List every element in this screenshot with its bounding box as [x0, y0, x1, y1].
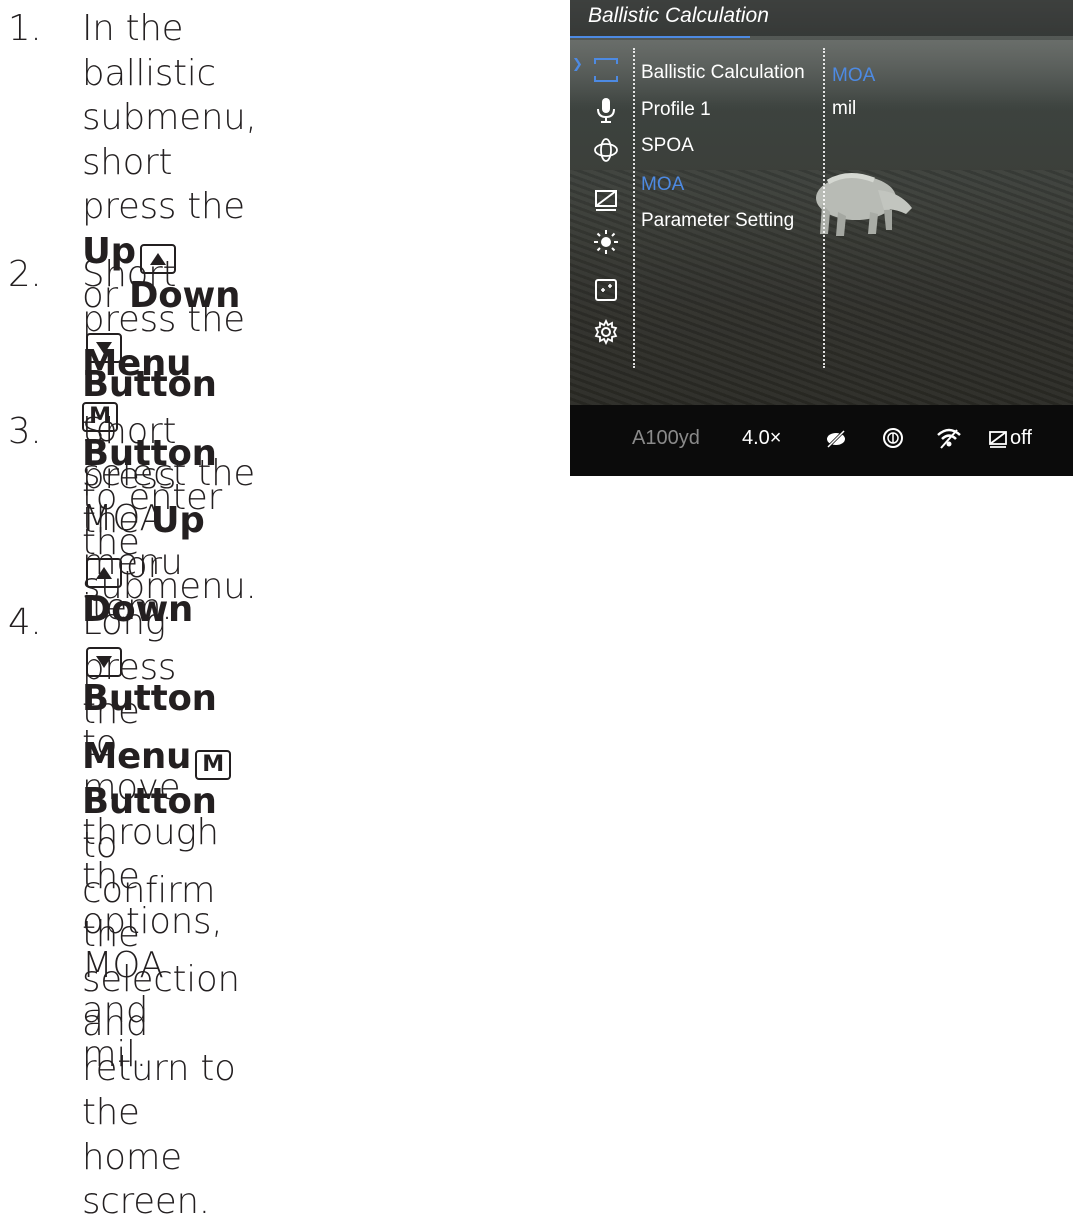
up-key-icon: [86, 557, 122, 588]
step-number: 1.: [8, 8, 42, 49]
step-number: 3.: [8, 411, 42, 452]
zoom-icon[interactable]: [592, 276, 620, 304]
option-mil[interactable]: mil: [832, 98, 856, 120]
range-readout: A100yd: [632, 427, 700, 449]
options-divider: [823, 48, 825, 368]
header-underline: [570, 36, 750, 38]
option-moa[interactable]: MOA: [832, 65, 875, 87]
menu-header: Ballistic Calculation: [570, 0, 1073, 36]
device-screenshot: Ballistic Calculation ❯ Ballistic Calcul…: [570, 0, 1073, 476]
display-status-value: off: [1010, 427, 1032, 449]
step-number: 2.: [8, 254, 42, 295]
compass-icon: [883, 428, 903, 448]
menu-key-icon: M: [195, 749, 232, 780]
reticle-icon[interactable]: [592, 56, 620, 84]
menu-item-ballistic-calculation[interactable]: Ballistic Calculation: [641, 62, 805, 84]
microphone-icon[interactable]: [592, 96, 620, 124]
rotate-icon[interactable]: [592, 136, 620, 164]
status-bar: A100yd 4.0× off: [570, 405, 1073, 476]
display-off-icon[interactable]: [592, 186, 620, 214]
wifi-off-icon: [937, 428, 961, 449]
zoom-readout: 4.0×: [742, 427, 782, 449]
menu-item-profile[interactable]: Profile 1: [641, 99, 711, 121]
gear-icon[interactable]: [592, 318, 620, 346]
menu-item-spoa[interactable]: SPOA: [641, 135, 694, 157]
menu-item-parameter-setting[interactable]: Parameter Setting: [641, 210, 794, 232]
menu-header-title: Ballistic Calculation: [588, 4, 769, 27]
step-number: 4.: [8, 602, 42, 643]
menu-divider: [633, 48, 635, 368]
display-off-status-icon: [989, 431, 1007, 448]
menu-item-moa[interactable]: MOA: [641, 174, 684, 196]
selection-arrow-icon: ❯: [572, 57, 583, 72]
brightness-icon[interactable]: [592, 228, 620, 256]
pip-off-icon: [825, 429, 847, 449]
